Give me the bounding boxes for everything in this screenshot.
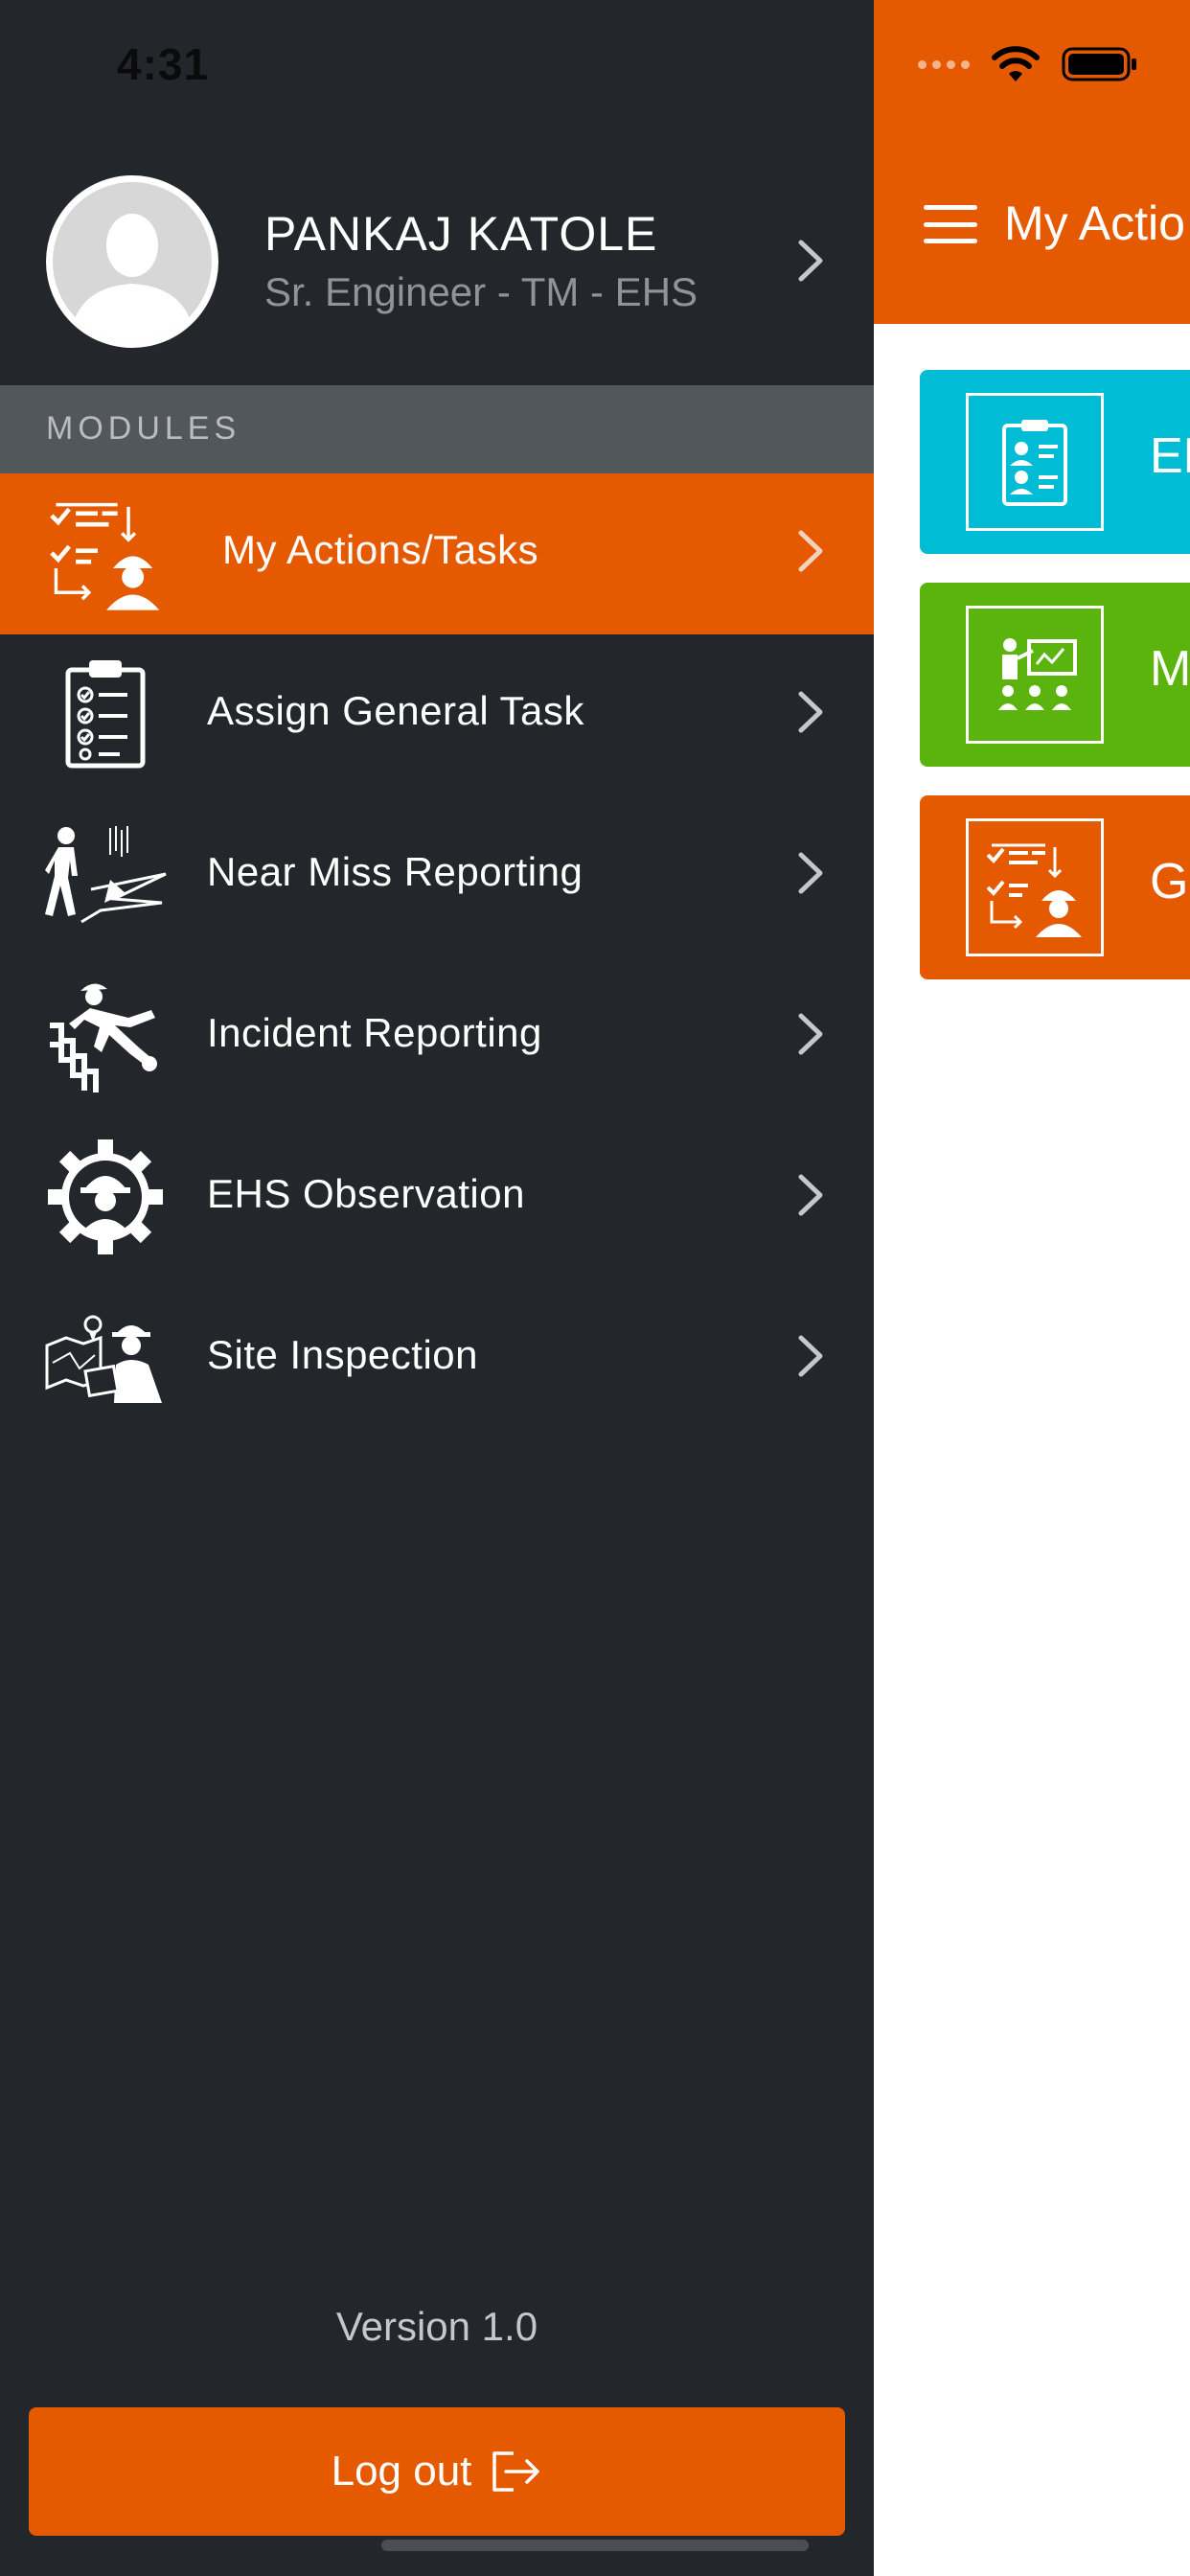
module-card-training[interactable]: M bbox=[920, 583, 1190, 767]
menu-item-ehs-observation[interactable]: EHS Observation bbox=[0, 1117, 874, 1278]
person-silhouette-icon bbox=[70, 214, 195, 341]
module-card-label: M bbox=[1150, 641, 1190, 697]
module-card-ehs[interactable]: EH bbox=[920, 370, 1190, 554]
avatar bbox=[46, 175, 218, 348]
side-drawer: 4:31 PANKAJ KATOLE Sr. Engineer - TM - E… bbox=[0, 0, 874, 2576]
menu-item-label: Assign General Task bbox=[207, 688, 584, 733]
menu-item-my-actions[interactable]: My Actions/Tasks bbox=[0, 473, 874, 634]
status-time: 4:31 bbox=[117, 39, 210, 89]
logout-button[interactable]: Log out bbox=[29, 2407, 845, 2536]
logout-label: Log out bbox=[331, 2448, 472, 2495]
section-header-modules: MODULES bbox=[0, 385, 874, 473]
menu-item-label: Near Miss Reporting bbox=[207, 849, 584, 894]
chevron-right-icon bbox=[798, 852, 823, 894]
menu-item-incident-reporting[interactable]: Incident Reporting bbox=[0, 956, 874, 1117]
menu-hamburger-button[interactable] bbox=[924, 205, 977, 243]
wifi-icon bbox=[992, 46, 1040, 81]
chevron-right-icon bbox=[798, 530, 823, 572]
menu-item-label: EHS Observation bbox=[207, 1171, 525, 1216]
chevron-right-icon bbox=[798, 1174, 823, 1216]
profile-role: Sr. Engineer - TM - EHS bbox=[264, 269, 698, 314]
profile-name: PANKAJ KATOLE bbox=[264, 207, 658, 261]
menu-item-site-inspection[interactable]: Site Inspection bbox=[0, 1278, 874, 1439]
home-indicator bbox=[381, 2540, 809, 2551]
checklist-people-icon bbox=[966, 393, 1104, 531]
cellular-signal-icon bbox=[918, 59, 970, 69]
training-icon bbox=[966, 606, 1104, 744]
menu-item-near-miss-reporting[interactable]: Near Miss Reporting bbox=[0, 795, 874, 956]
battery-icon bbox=[1062, 47, 1136, 81]
gear-helmet-icon bbox=[38, 1135, 172, 1259]
menu-item-label: Site Inspection bbox=[207, 1332, 479, 1377]
profile-header[interactable]: PANKAJ KATOLE Sr. Engineer - TM - EHS bbox=[0, 168, 874, 369]
menu-item-label: My Actions/Tasks bbox=[222, 527, 539, 572]
app-version: Version 1.0 bbox=[335, 2304, 538, 2349]
page-title: My Actio bbox=[1004, 196, 1185, 250]
chevron-right-icon bbox=[798, 691, 823, 733]
near-miss-icon bbox=[38, 813, 172, 937]
logout-icon bbox=[492, 2451, 540, 2492]
tasks-worker-icon bbox=[38, 491, 172, 615]
menu-item-label: Incident Reporting bbox=[207, 1010, 542, 1055]
chevron-right-icon bbox=[798, 1335, 823, 1377]
section-title: MODULES bbox=[46, 410, 241, 447]
main-header: My Actio bbox=[874, 0, 1190, 324]
chevron-right-icon bbox=[798, 1013, 823, 1055]
module-card-label: Ge bbox=[1150, 854, 1190, 909]
menu-item-assign-general-task[interactable]: Assign General Task bbox=[0, 634, 874, 795]
tasks-worker-icon bbox=[966, 818, 1104, 956]
site-inspection-icon bbox=[38, 1296, 172, 1420]
module-card-general[interactable]: Ge bbox=[920, 795, 1190, 979]
module-card-label: EH bbox=[1150, 428, 1190, 484]
falling-person-icon bbox=[38, 974, 172, 1098]
chevron-right-icon bbox=[798, 240, 823, 282]
clipboard-checklist-icon bbox=[38, 652, 172, 776]
main-screen: My Actio EH bbox=[874, 0, 1190, 2576]
status-indicators bbox=[918, 40, 1138, 88]
